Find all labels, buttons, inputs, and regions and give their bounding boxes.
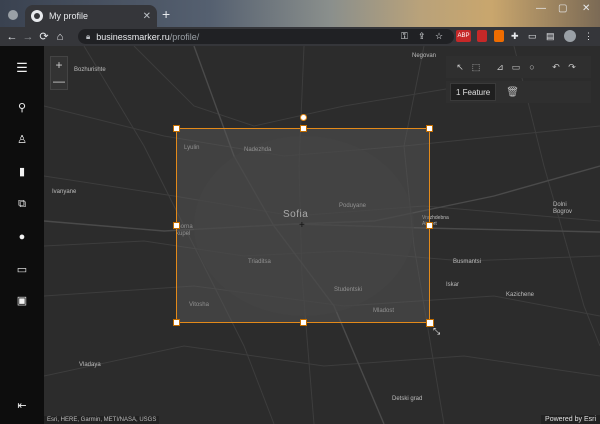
circle-tool-button[interactable]: ○ (524, 62, 540, 72)
center-crosshair-icon: + (299, 220, 305, 231)
monitor-icon[interactable]: ▭ (14, 262, 30, 278)
map-attribution: Esri, HERE, Garmin, METI/NASA, USGS (44, 416, 160, 424)
lock-icon: 🔒︎ (86, 31, 91, 41)
lasso-tool-button[interactable]: ⬚ (468, 62, 484, 73)
window-icon (8, 10, 18, 20)
browser-tab[interactable]: My profile ✕ (25, 5, 157, 27)
menu-icon[interactable]: ⋮ (584, 30, 593, 42)
place-label: Iskar (446, 282, 460, 288)
key-icon[interactable]: ⚿ (401, 30, 408, 42)
redo-button[interactable]: ↷ (564, 62, 580, 73)
rectangle-tool-button[interactable]: ▭ (508, 62, 524, 73)
place-label: Ivanyane (52, 189, 77, 195)
feature-row: 1 Feature 🗑 (446, 81, 591, 103)
zoom-out-button[interactable]: — (51, 73, 67, 89)
resize-handle[interactable] (173, 125, 180, 132)
star-icon[interactable]: ☆ (435, 30, 443, 42)
undo-button[interactable]: ↶ (548, 62, 564, 73)
minimize-button[interactable]: — (536, 3, 546, 14)
reload-button[interactable]: ⟳ (36, 30, 52, 43)
menu-icon[interactable]: ☰ (14, 60, 30, 76)
browser-toolbar: ← → ⟳ ⌂ 🔒︎ businessmarker.ru/profile/ ⚿ … (0, 27, 600, 46)
place-label: Vladaya (79, 362, 101, 368)
sketch-tools: ↖ ⬚ ⊿ ▭ ○ ↶ ↷ (446, 56, 591, 78)
home-button[interactable]: ⌂ (52, 31, 68, 43)
map-view[interactable]: + — Bozhurishte Negovan Lyulin Nadezhda … (44, 46, 600, 424)
maximize-button[interactable]: ▢ (558, 3, 567, 14)
polygon-tool-button[interactable]: ⊿ (492, 62, 508, 73)
place-label: Dolni Bogrov (553, 202, 573, 215)
money-icon[interactable]: ● (14, 229, 30, 245)
search-icon[interactable]: ⚲ (14, 100, 30, 116)
tab-title: My profile (49, 11, 89, 21)
trash-icon[interactable]: 🗑 (506, 87, 519, 98)
ext-icon[interactable] (477, 30, 487, 42)
puzzle-icon[interactable]: ✚ (511, 30, 519, 42)
logout-icon[interactable]: ⇤ (14, 398, 30, 414)
place-label: Detski grad (392, 396, 423, 402)
globe-icon (31, 10, 43, 22)
adblock-icon[interactable]: ABP (456, 30, 471, 42)
browser-titlebar: My profile ✕ + — ▢ ✕ (0, 0, 600, 27)
cast-icon[interactable]: ▭ (528, 30, 537, 42)
url-text: businessmarker.ru/profile/ (96, 31, 200, 42)
place-label: Bozhurishte (74, 67, 106, 73)
ext-orange-icon[interactable] (494, 30, 504, 42)
resize-handle[interactable] (173, 222, 180, 229)
new-tab-button[interactable]: + (162, 7, 170, 21)
address-bar[interactable]: 🔒︎ businessmarker.ru/profile/ (78, 29, 454, 44)
media-icon[interactable]: ▤ (546, 30, 555, 42)
rotate-handle[interactable] (300, 114, 307, 121)
user-icon[interactable]: ♙ (14, 132, 30, 148)
forward-button[interactable]: → (20, 31, 36, 43)
close-window-button[interactable]: ✕ (582, 3, 590, 14)
zoom-in-button[interactable]: + (51, 57, 67, 73)
resize-handle[interactable] (426, 125, 433, 132)
profile-icon[interactable] (564, 30, 576, 42)
sketch-toolbar: ↖ ⬚ ⊿ ▭ ○ ↶ ↷ 1 Feature 🗑 (446, 56, 591, 116)
resize-handle[interactable] (426, 222, 433, 229)
share-icon[interactable]: ⇪ (418, 30, 426, 42)
resize-handle[interactable] (173, 319, 180, 326)
copy-icon[interactable]: ⧉ (14, 196, 30, 212)
place-label: Busmantsi (453, 259, 482, 265)
resize-handle[interactable] (300, 125, 307, 132)
layers-icon[interactable]: ▮ (14, 164, 30, 180)
select-tool-button[interactable]: ↖ (452, 62, 468, 73)
resize-handle[interactable] (300, 319, 307, 326)
tab-close-icon[interactable]: ✕ (143, 11, 151, 22)
feature-count-button[interactable]: 1 Feature (450, 83, 497, 101)
resize-cursor-icon: ⤡ (433, 326, 441, 336)
zoom-control: + — (50, 56, 68, 90)
id-card-icon[interactable]: ▣ (14, 293, 30, 309)
back-button[interactable]: ← (4, 31, 20, 43)
place-label: Kazichene (506, 292, 535, 298)
app-sidebar: ☰ ⚲ ♙ ▮ ⧉ ● ▭ ▣ ⇤ (0, 46, 44, 424)
esri-powered-by[interactable]: Powered by Esri (541, 415, 600, 424)
place-label: Negovan (412, 53, 437, 59)
